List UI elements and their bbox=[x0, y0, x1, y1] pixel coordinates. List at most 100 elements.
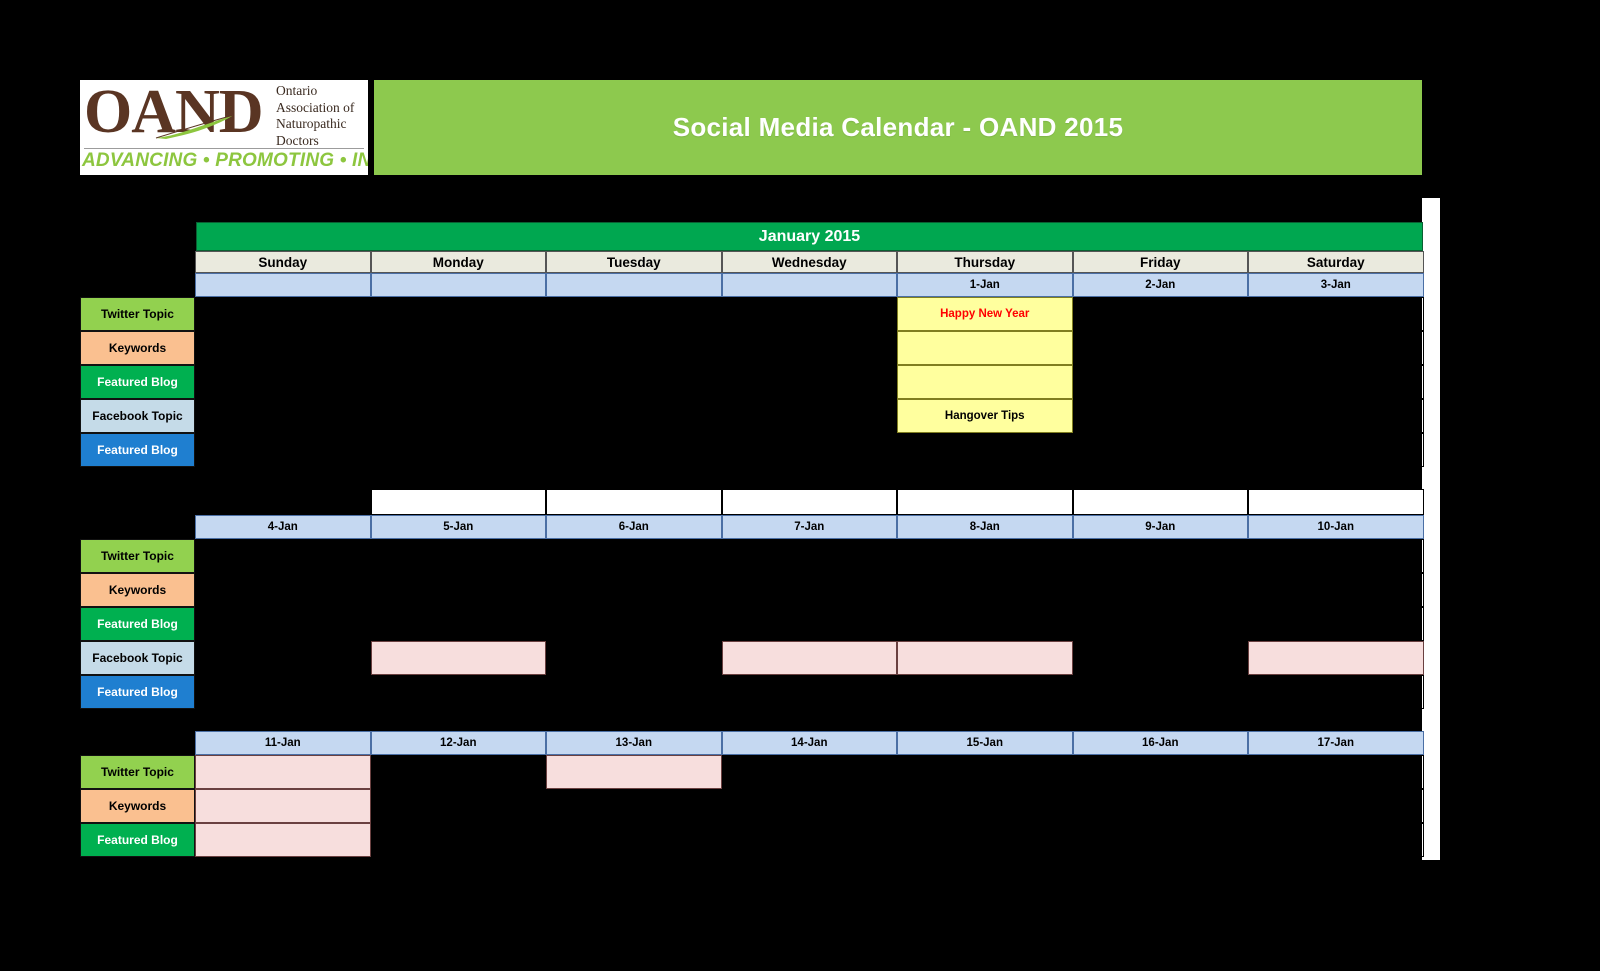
content-cell[interactable] bbox=[897, 573, 1073, 607]
content-cell[interactable] bbox=[897, 331, 1073, 365]
content-cell[interactable] bbox=[1248, 823, 1424, 857]
content-cell[interactable] bbox=[1072, 331, 1248, 365]
content-cell[interactable] bbox=[370, 823, 546, 857]
content-cell[interactable] bbox=[546, 331, 722, 365]
content-cell[interactable] bbox=[721, 607, 897, 641]
content-cell[interactable] bbox=[721, 365, 897, 399]
date-cell-3-jan[interactable]: 3-Jan bbox=[1248, 273, 1424, 297]
content-cell[interactable] bbox=[195, 755, 371, 789]
content-cell[interactable] bbox=[721, 573, 897, 607]
content-cell[interactable] bbox=[1072, 539, 1248, 573]
content-cell[interactable] bbox=[546, 789, 722, 823]
date-cell-9-jan[interactable]: 9-Jan bbox=[1072, 515, 1248, 539]
content-cell[interactable] bbox=[1072, 789, 1248, 823]
content-cell[interactable] bbox=[195, 675, 371, 709]
date-cell-12-jan[interactable]: 12-Jan bbox=[370, 731, 546, 755]
content-cell[interactable] bbox=[1072, 365, 1248, 399]
content-cell[interactable] bbox=[721, 297, 897, 331]
content-cell[interactable] bbox=[546, 641, 722, 675]
content-cell[interactable] bbox=[721, 789, 897, 823]
content-cell[interactable] bbox=[370, 573, 546, 607]
content-cell[interactable] bbox=[546, 607, 722, 641]
date-cell-15-jan[interactable]: 15-Jan bbox=[897, 731, 1073, 755]
content-cell[interactable] bbox=[370, 433, 546, 467]
content-cell[interactable] bbox=[1072, 755, 1248, 789]
date-cell-empty[interactable] bbox=[195, 273, 371, 297]
content-cell[interactable] bbox=[721, 755, 897, 789]
content-cell[interactable] bbox=[897, 607, 1073, 641]
content-cell-hangover-tips[interactable]: Hangover Tips bbox=[897, 399, 1073, 433]
content-cell[interactable] bbox=[897, 755, 1073, 789]
content-cell[interactable] bbox=[195, 823, 371, 857]
content-cell[interactable] bbox=[1248, 539, 1424, 573]
date-cell-14-jan[interactable]: 14-Jan bbox=[721, 731, 897, 755]
date-cell-6-jan[interactable]: 6-Jan bbox=[546, 515, 722, 539]
content-cell[interactable] bbox=[897, 675, 1073, 709]
content-cell[interactable] bbox=[546, 675, 722, 709]
content-cell[interactable] bbox=[1248, 641, 1424, 675]
date-cell-10-jan[interactable]: 10-Jan bbox=[1248, 515, 1424, 539]
content-cell[interactable] bbox=[195, 573, 371, 607]
date-cell-empty[interactable] bbox=[370, 273, 546, 297]
content-cell[interactable] bbox=[897, 365, 1073, 399]
content-cell[interactable] bbox=[897, 433, 1073, 467]
content-cell[interactable] bbox=[721, 675, 897, 709]
content-cell[interactable] bbox=[546, 755, 722, 789]
content-cell[interactable] bbox=[1072, 297, 1248, 331]
date-cell-empty[interactable] bbox=[546, 273, 722, 297]
content-cell[interactable] bbox=[370, 755, 546, 789]
content-cell[interactable] bbox=[195, 789, 371, 823]
content-cell[interactable] bbox=[370, 607, 546, 641]
content-cell[interactable] bbox=[546, 573, 722, 607]
content-cell[interactable] bbox=[1248, 399, 1424, 433]
content-cell[interactable] bbox=[370, 539, 546, 573]
content-cell[interactable] bbox=[370, 297, 546, 331]
content-cell[interactable] bbox=[546, 297, 722, 331]
date-cell-2-jan[interactable]: 2-Jan bbox=[1072, 273, 1248, 297]
content-cell[interactable] bbox=[370, 789, 546, 823]
content-cell[interactable] bbox=[195, 607, 371, 641]
date-cell-17-jan[interactable]: 17-Jan bbox=[1248, 731, 1424, 755]
content-cell[interactable] bbox=[546, 433, 722, 467]
date-cell-4-jan[interactable]: 4-Jan bbox=[195, 515, 371, 539]
content-cell[interactable] bbox=[897, 823, 1073, 857]
content-cell[interactable] bbox=[1248, 331, 1424, 365]
date-cell-5-jan[interactable]: 5-Jan bbox=[370, 515, 546, 539]
content-cell[interactable] bbox=[897, 641, 1073, 675]
content-cell[interactable] bbox=[546, 399, 722, 433]
content-cell[interactable] bbox=[721, 331, 897, 365]
date-cell-11-jan[interactable]: 11-Jan bbox=[195, 731, 371, 755]
content-cell[interactable] bbox=[1072, 641, 1248, 675]
date-cell-7-jan[interactable]: 7-Jan bbox=[721, 515, 897, 539]
content-cell[interactable] bbox=[195, 433, 371, 467]
content-cell[interactable] bbox=[1248, 607, 1424, 641]
content-cell[interactable] bbox=[1072, 399, 1248, 433]
content-cell[interactable] bbox=[195, 297, 371, 331]
content-cell[interactable] bbox=[1248, 755, 1424, 789]
content-cell[interactable] bbox=[195, 641, 371, 675]
content-cell[interactable] bbox=[721, 641, 897, 675]
content-cell[interactable] bbox=[370, 641, 546, 675]
content-cell[interactable] bbox=[1072, 675, 1248, 709]
content-cell[interactable] bbox=[721, 399, 897, 433]
content-cell[interactable] bbox=[1248, 433, 1424, 467]
content-cell[interactable] bbox=[546, 823, 722, 857]
date-cell-8-jan[interactable]: 8-Jan bbox=[897, 515, 1073, 539]
content-cell[interactable] bbox=[1072, 607, 1248, 641]
content-cell[interactable] bbox=[721, 433, 897, 467]
content-cell[interactable] bbox=[370, 399, 546, 433]
content-cell[interactable] bbox=[721, 539, 897, 573]
content-cell[interactable] bbox=[1248, 675, 1424, 709]
content-cell[interactable] bbox=[370, 331, 546, 365]
content-cell-happy-new-year[interactable]: Happy New Year bbox=[897, 297, 1073, 331]
content-cell[interactable] bbox=[1248, 789, 1424, 823]
content-cell[interactable] bbox=[721, 823, 897, 857]
content-cell[interactable] bbox=[1072, 573, 1248, 607]
content-cell[interactable] bbox=[195, 365, 371, 399]
content-cell[interactable] bbox=[195, 331, 371, 365]
date-cell-16-jan[interactable]: 16-Jan bbox=[1072, 731, 1248, 755]
content-cell[interactable] bbox=[1248, 365, 1424, 399]
content-cell[interactable] bbox=[1248, 573, 1424, 607]
content-cell[interactable] bbox=[370, 675, 546, 709]
content-cell[interactable] bbox=[195, 539, 371, 573]
